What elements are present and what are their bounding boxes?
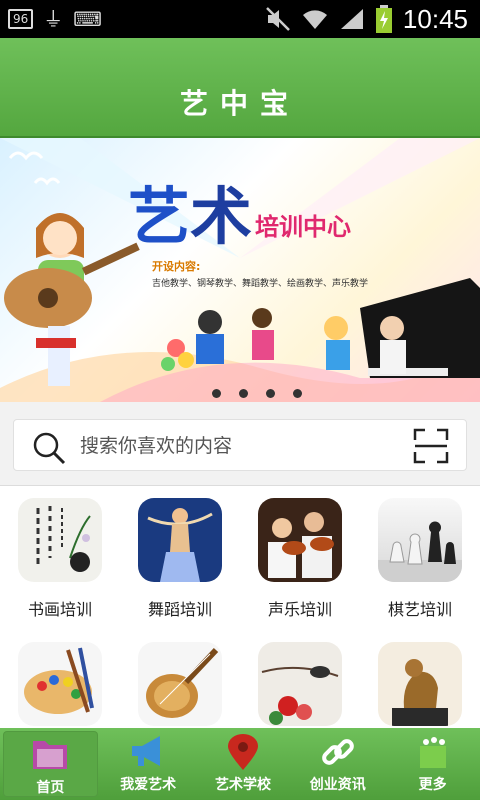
- category-label: 书画培训: [27, 600, 92, 619]
- category-label: 棋艺培训: [387, 600, 452, 619]
- app-header: 艺中宝: [0, 38, 480, 138]
- svg-text:吉他教学、钢琴教学、舞蹈教学、绘画教学、声乐教学: 吉他教学、钢琴教学、舞蹈教学、绘画教学、声乐教学: [152, 277, 368, 289]
- carousel-indicator: [212, 389, 302, 398]
- carousel-dot[interactable]: [266, 389, 275, 398]
- battery-charging-icon: [375, 5, 392, 33]
- svg-text:培训中心: 培训中心: [255, 213, 351, 241]
- promo-banner[interactable]: 艺 术 培训中心 开设内容: 吉他教学、钢琴教学、舞蹈教学、绘画教学、声乐教学: [0, 138, 480, 402]
- svg-text:艺: 艺: [128, 180, 190, 253]
- bottom-navigation: 首页 我爱艺术 艺术学校 创业资讯 更多: [0, 728, 480, 800]
- location-pin-icon: [227, 734, 258, 770]
- keyboard-icon: ⌨: [73, 7, 103, 31]
- category-chess[interactable]: 棋艺培训: [360, 498, 480, 620]
- carousel-dot[interactable]: [293, 389, 302, 398]
- nav-label: 艺术学校: [214, 777, 271, 793]
- banner-illustration: 艺 术 培训中心 开设内容: 吉他教学、钢琴教学、舞蹈教学、绘画教学、声乐教学: [0, 138, 480, 402]
- nav-business-news[interactable]: 创业资讯: [290, 728, 385, 800]
- wifi-icon: [302, 10, 327, 29]
- nav-label: 更多: [418, 777, 447, 793]
- category-dance[interactable]: 舞蹈培训: [120, 498, 240, 620]
- svg-text:开设内容:: 开设内容:: [152, 259, 200, 273]
- carousel-dot[interactable]: [212, 389, 221, 398]
- violin-image: [258, 498, 342, 582]
- search-box[interactable]: [13, 419, 467, 471]
- link-icon: [321, 739, 354, 765]
- palette-image: [18, 642, 102, 726]
- nav-label: 首页: [36, 780, 65, 796]
- page-title: 艺中宝: [179, 87, 300, 120]
- category-grid: 书画培训 舞蹈培训 声乐培训 棋艺培训: [0, 486, 480, 728]
- dance-image: [138, 498, 222, 582]
- nav-label: 创业资讯: [309, 777, 366, 793]
- nav-more[interactable]: 更多: [385, 728, 480, 800]
- category-instrument[interactable]: [120, 642, 240, 728]
- scan-qr-icon[interactable]: [413, 428, 449, 464]
- clock: 10:45: [402, 4, 468, 34]
- search-section: [0, 402, 480, 486]
- usb-icon: ⏚: [43, 7, 64, 31]
- lute-image: [138, 642, 222, 726]
- megaphone-icon: [132, 736, 161, 766]
- nav-love-art[interactable]: 我爱艺术: [101, 728, 196, 800]
- category-label: 舞蹈培训: [147, 600, 212, 619]
- category-calligraphy[interactable]: 书画培训: [0, 498, 120, 620]
- chess-image: [378, 498, 462, 582]
- sculpture-image: [378, 642, 462, 726]
- category-traditional-painting[interactable]: [240, 642, 360, 728]
- signal-icon: [340, 9, 363, 29]
- carousel-dot[interactable]: [239, 389, 248, 398]
- category-sculpture[interactable]: [360, 642, 480, 728]
- notification-badge: 96: [8, 9, 34, 29]
- nav-home[interactable]: 首页: [3, 731, 98, 797]
- mute-icon: [266, 7, 290, 31]
- category-label: 声乐培训: [267, 600, 332, 619]
- bird-painting-image: [258, 642, 342, 726]
- svg-text:术: 术: [190, 180, 252, 253]
- folder-icon: [33, 741, 68, 769]
- category-vocal[interactable]: 声乐培训: [240, 498, 360, 620]
- status-bar: 96 ⏚ ⌨ 10:45: [0, 0, 480, 38]
- more-icon: [419, 737, 446, 768]
- nav-label: 我爱艺术: [120, 777, 177, 793]
- search-input[interactable]: [80, 430, 380, 462]
- nav-art-school[interactable]: 艺术学校: [196, 728, 291, 800]
- search-icon[interactable]: [32, 431, 66, 465]
- calligraphy-image: [18, 498, 102, 582]
- category-painting[interactable]: [0, 642, 120, 728]
